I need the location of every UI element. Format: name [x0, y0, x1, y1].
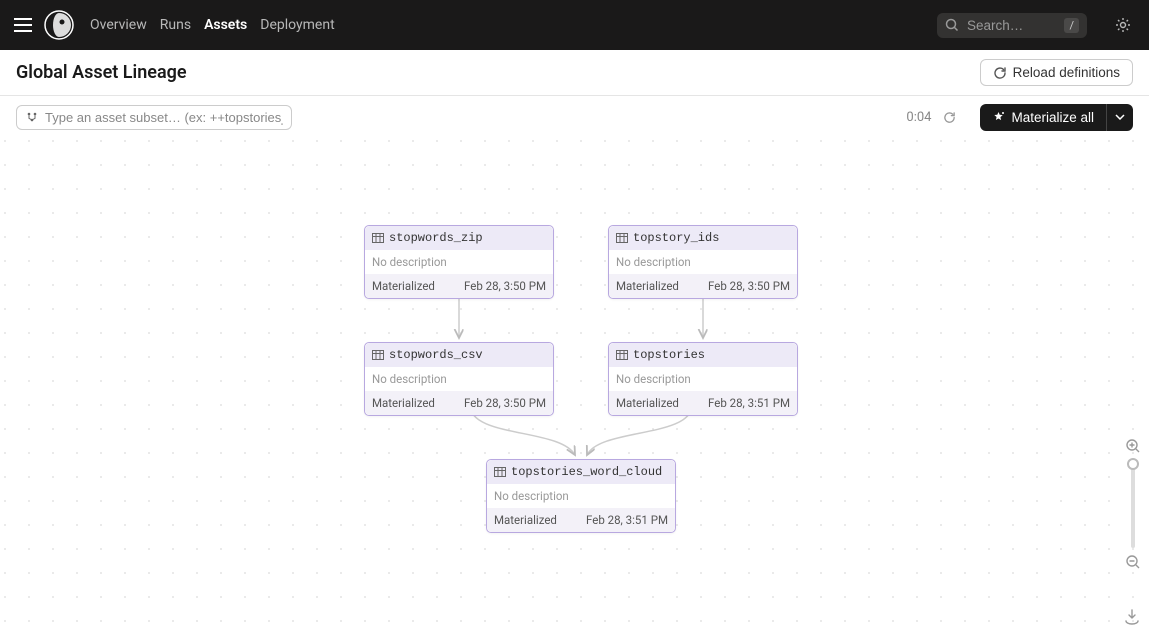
asset-status: Materialized	[616, 396, 679, 410]
asset-description: No description	[487, 484, 675, 508]
search-shortcut: /	[1064, 18, 1079, 33]
asset-description: No description	[609, 250, 797, 274]
asset-time: Feb 28, 3:51 PM	[586, 513, 668, 527]
logo	[44, 10, 74, 40]
filter-icon	[25, 110, 39, 124]
asset-node-topstories_word_cloud[interactable]: topstories_word_cloud No description Mat…	[486, 459, 676, 533]
asset-description: No description	[365, 367, 553, 391]
search-input[interactable]	[967, 18, 1056, 33]
table-icon	[372, 233, 384, 243]
reload-definitions-button[interactable]: Reload definitions	[980, 59, 1133, 86]
asset-time: Feb 28, 3:50 PM	[464, 396, 546, 410]
refresh-icon	[993, 66, 1007, 80]
refresh-icon[interactable]	[943, 111, 956, 124]
asset-name: topstories_word_cloud	[511, 465, 662, 479]
asset-name: topstory_ids	[633, 231, 719, 245]
nav-assets[interactable]: Assets	[204, 17, 247, 33]
asset-description: No description	[609, 367, 797, 391]
table-icon	[494, 467, 506, 477]
reload-label: Reload definitions	[1013, 65, 1120, 80]
materialize-label: Materialize all	[1011, 110, 1094, 125]
nav-overview[interactable]: Overview	[90, 17, 147, 33]
asset-node-stopwords_csv[interactable]: stopwords_csv No description Materialize…	[364, 342, 554, 416]
zoom-slider[interactable]	[1131, 460, 1135, 548]
lineage-canvas[interactable]: stopwords_zip No description Materialize…	[0, 138, 1149, 629]
search-box[interactable]: /	[937, 13, 1087, 38]
materialize-icon	[992, 111, 1005, 124]
search-icon	[945, 18, 959, 32]
zoom-thumb[interactable]	[1127, 458, 1139, 470]
asset-status: Materialized	[616, 279, 679, 293]
materialize-dropdown-button[interactable]	[1106, 104, 1133, 131]
asset-time: Feb 28, 3:50 PM	[708, 279, 790, 293]
download-button[interactable]	[1123, 607, 1141, 625]
nav-runs[interactable]: Runs	[160, 17, 191, 33]
zoom-in-button[interactable]	[1125, 438, 1141, 454]
chevron-down-icon	[1115, 114, 1125, 120]
gear-icon[interactable]	[1115, 17, 1131, 33]
asset-name: stopwords_csv	[389, 348, 483, 362]
asset-node-stopwords_zip[interactable]: stopwords_zip No description Materialize…	[364, 225, 554, 299]
asset-description: No description	[365, 250, 553, 274]
asset-name: stopwords_zip	[389, 231, 483, 245]
materialize-all-button[interactable]: Materialize all	[980, 104, 1106, 131]
asset-node-topstories[interactable]: topstories No description Materialized F…	[608, 342, 798, 416]
table-icon	[616, 350, 628, 360]
asset-name: topstories	[633, 348, 705, 362]
page-title: Global Asset Lineage	[16, 62, 187, 83]
asset-status: Materialized	[372, 396, 435, 410]
asset-time: Feb 28, 3:50 PM	[464, 279, 546, 293]
asset-node-topstory_ids[interactable]: topstory_ids No description Materialized…	[608, 225, 798, 299]
asset-status: Materialized	[494, 513, 557, 527]
asset-filter-input[interactable]	[45, 110, 283, 125]
asset-status: Materialized	[372, 279, 435, 293]
asset-filter[interactable]	[16, 105, 292, 130]
refresh-timer: 0:04	[906, 110, 931, 125]
asset-time: Feb 28, 3:51 PM	[708, 396, 790, 410]
zoom-out-button[interactable]	[1125, 554, 1141, 570]
table-icon	[616, 233, 628, 243]
table-icon	[372, 350, 384, 360]
nav-deployment[interactable]: Deployment	[260, 17, 334, 33]
hamburger-menu-icon[interactable]	[14, 18, 32, 32]
